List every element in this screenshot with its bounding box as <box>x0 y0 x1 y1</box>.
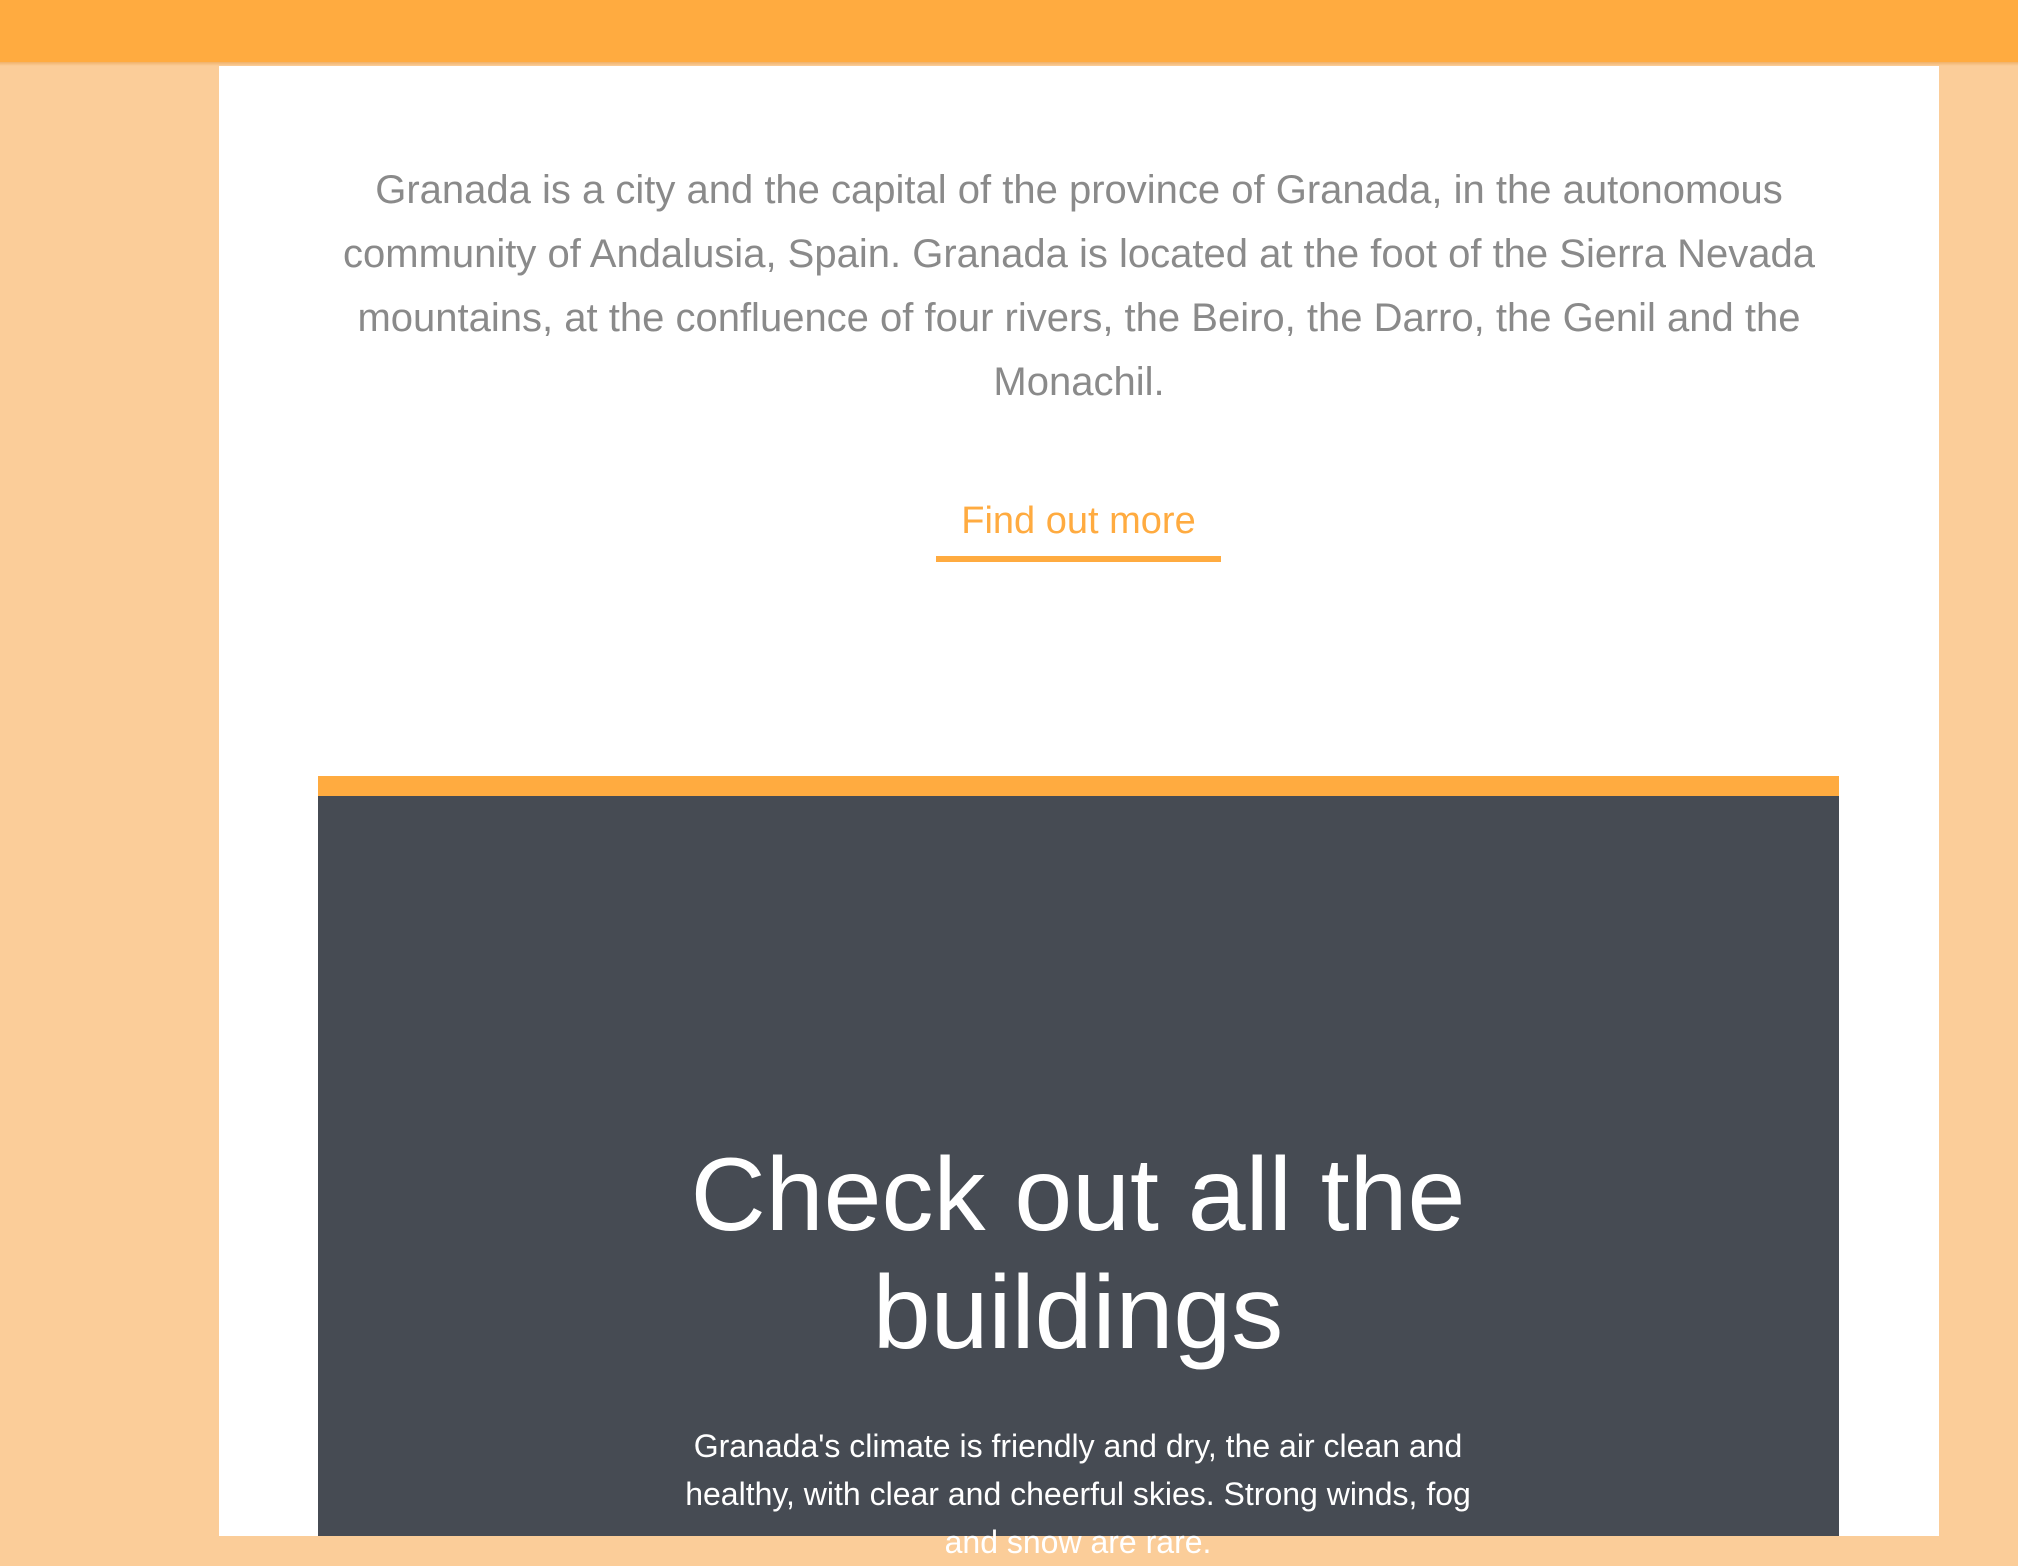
promo-description: Granada's climate is friendly and dry, t… <box>685 1428 1471 1560</box>
promo-accent-bar <box>318 776 1839 796</box>
top-banner-bar <box>0 0 2018 62</box>
email-content-column: Granada is a city and the capital of the… <box>219 66 1939 1560</box>
intro-paragraph: Granada is a city and the capital of the… <box>343 168 1815 404</box>
promo-title: Check out all the buildings <box>690 1137 1466 1371</box>
promo-card: Check out all the buildings Granada's cl… <box>318 796 1839 1560</box>
find-out-more-link[interactable]: Find out more <box>936 496 1221 562</box>
